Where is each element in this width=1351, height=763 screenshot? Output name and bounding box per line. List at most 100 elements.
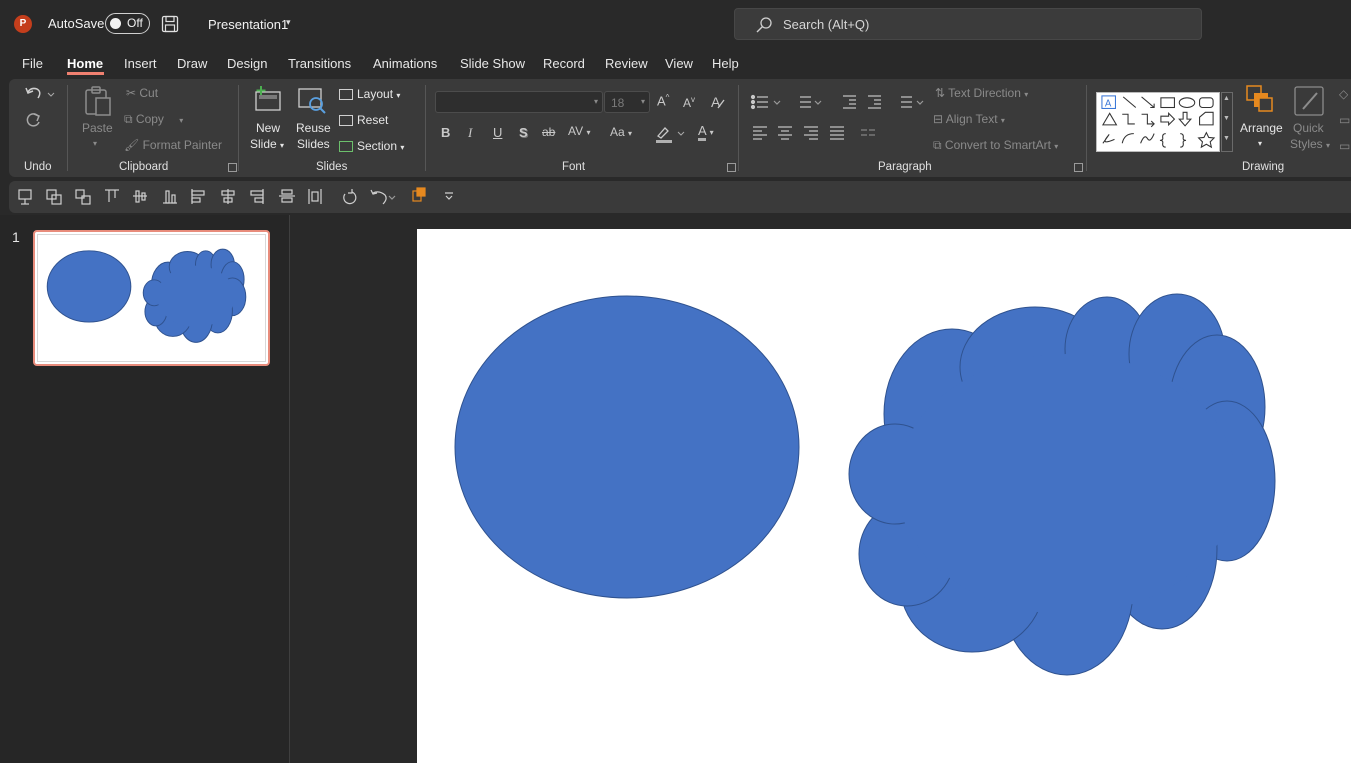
shapes-gallery[interactable]: A xyxy=(1096,92,1220,152)
tab-review[interactable]: Review xyxy=(605,56,648,71)
strikethrough-button[interactable]: ab xyxy=(542,125,555,139)
group-label-font: Font xyxy=(562,161,586,173)
cut-button[interactable]: ✂ Cut xyxy=(126,86,158,100)
clear-formatting-icon[interactable]: A xyxy=(709,92,729,112)
group-separator xyxy=(67,85,68,171)
chevron-down-icon[interactable]: ▾ xyxy=(286,17,291,28)
tab-animations[interactable]: Animations xyxy=(373,56,437,71)
tab-design[interactable]: Design xyxy=(227,56,267,71)
quick-styles-icon[interactable] xyxy=(1293,85,1325,117)
group-separator xyxy=(738,85,739,171)
quick-styles-button[interactable]: Styles ▾ xyxy=(1290,137,1330,151)
new-slide-label-1[interactable]: New xyxy=(256,121,280,135)
arrange-label[interactable]: Arrange xyxy=(1240,121,1283,135)
document-title[interactable]: Presentation1 xyxy=(208,17,288,32)
reuse-slides-label-1[interactable]: Reuse xyxy=(296,121,331,135)
paste-label[interactable]: Paste xyxy=(82,121,113,135)
change-case-button[interactable]: Aa ▾ xyxy=(610,125,632,139)
chevron-down-icon: ▾ xyxy=(640,97,645,106)
redo-icon[interactable] xyxy=(23,110,43,130)
slide-thumbnail[interactable] xyxy=(33,230,270,366)
chevron-down-icon: ▾ xyxy=(593,97,598,106)
tab-insert[interactable]: Insert xyxy=(124,56,157,71)
tab-view[interactable]: View xyxy=(665,56,693,71)
clipboard-launcher-icon[interactable] xyxy=(228,163,237,172)
section-button[interactable]: Section ▾ xyxy=(339,139,404,153)
oval-shape[interactable] xyxy=(454,295,800,599)
chevron-down-icon[interactable]: ▾ xyxy=(93,139,97,148)
quick-styles-label-2: Styles xyxy=(1290,137,1323,151)
font-size-combo[interactable]: 18 ▾ xyxy=(604,91,650,113)
character-spacing-label: AV xyxy=(568,124,584,138)
new-slide-button[interactable]: Slide ▾ xyxy=(250,137,284,151)
character-spacing-button[interactable]: AV ▾ xyxy=(568,124,590,138)
slide-editor xyxy=(291,215,1351,763)
new-slide-icon[interactable] xyxy=(253,84,283,114)
qat-icons[interactable] xyxy=(17,187,457,207)
autosave-label: AutoSave xyxy=(48,16,105,31)
group-separator xyxy=(1086,85,1087,171)
search-box[interactable]: Search (Alt+Q) xyxy=(734,8,1202,40)
shape-fill-icon[interactable]: ◇ xyxy=(1339,87,1348,101)
tab-home[interactable]: Home xyxy=(67,56,103,71)
paste-icon[interactable] xyxy=(82,84,114,118)
convert-smartart-button[interactable]: ⧉ Convert to SmartArt ▾ xyxy=(933,138,1058,153)
slide-canvas[interactable] xyxy=(417,229,1351,763)
tab-record[interactable]: Record xyxy=(543,56,585,71)
autosave-toggle[interactable]: Off xyxy=(105,13,150,34)
alignment-icons[interactable] xyxy=(751,125,891,141)
layout-label: Layout xyxy=(357,87,394,101)
tab-help[interactable]: Help xyxy=(712,56,739,71)
search-icon xyxy=(756,17,772,33)
reset-icon xyxy=(339,115,353,127)
powerpoint-logo-icon: P xyxy=(14,15,32,33)
text-direction-button[interactable]: ⇅ Text Direction ▾ xyxy=(935,86,1028,100)
slide-thumbnail-preview xyxy=(37,234,266,362)
italic-button[interactable]: I xyxy=(468,125,472,141)
shape-outline-icon[interactable]: ▭ xyxy=(1339,113,1350,127)
reset-button[interactable]: Reset xyxy=(339,113,388,127)
list-indent-icons[interactable] xyxy=(750,93,925,111)
format-painter-button[interactable]: 🖌 Format Painter xyxy=(124,138,222,152)
group-label-clipboard: Clipboard xyxy=(119,161,169,173)
paragraph-launcher-icon[interactable] xyxy=(1074,163,1083,172)
tab-draw[interactable]: Draw xyxy=(177,56,207,71)
shape-effects-icon[interactable]: ▭ xyxy=(1339,139,1350,153)
ribbon-tabs: File Home Insert Draw Design Transitions… xyxy=(0,48,1351,78)
chevron-up-icon[interactable]: ▲ xyxy=(1223,95,1230,102)
underline-button[interactable]: U xyxy=(493,125,502,140)
cloud-shape[interactable] xyxy=(848,293,1276,676)
grow-font-button[interactable]: A^ xyxy=(657,93,669,108)
tab-transitions[interactable]: Transitions xyxy=(288,56,351,71)
shrink-font-button[interactable]: Av xyxy=(683,95,695,110)
font-color-button[interactable]: A ▾ xyxy=(698,123,714,141)
reset-label: Reset xyxy=(357,113,389,127)
active-tab-indicator xyxy=(67,72,104,75)
reuse-slides-icon[interactable] xyxy=(297,86,327,116)
layout-button[interactable]: Layout ▾ xyxy=(339,87,400,101)
toggle-knob xyxy=(110,18,121,29)
highlight-color-icon[interactable] xyxy=(654,124,690,144)
gallery-scroll[interactable]: ▲ ▼ ▼ xyxy=(1221,92,1233,152)
bold-button[interactable]: B xyxy=(441,125,450,140)
undo-icon[interactable] xyxy=(23,84,55,104)
align-text-button[interactable]: ⊟ Align Text ▾ xyxy=(933,112,1005,126)
group-label-paragraph: Paragraph xyxy=(878,161,932,173)
font-launcher-icon[interactable] xyxy=(727,163,736,172)
reuse-slides-label-2[interactable]: Slides xyxy=(297,137,330,151)
save-icon[interactable] xyxy=(161,15,179,33)
gallery-more-icon[interactable]: ▼ xyxy=(1223,135,1230,142)
text-shadow-button[interactable]: S xyxy=(519,125,528,140)
group-label-undo: Undo xyxy=(24,161,52,173)
tab-slide-show[interactable]: Slide Show xyxy=(460,56,525,71)
quick-styles-label-1[interactable]: Quick xyxy=(1293,121,1324,135)
font-name-combo[interactable]: ▾ xyxy=(435,91,603,113)
arrange-icon[interactable] xyxy=(1245,84,1275,114)
copy-button[interactable]: ⧉ Copy ▾ xyxy=(124,112,183,127)
tab-file[interactable]: File xyxy=(22,56,43,71)
chevron-down-icon[interactable]: ▾ xyxy=(1258,139,1262,148)
chevron-down-icon[interactable]: ▼ xyxy=(1223,115,1230,122)
search-placeholder: Search (Alt+Q) xyxy=(783,17,870,32)
text-direction-label: Text Direction xyxy=(948,86,1021,100)
font-color-label: A xyxy=(698,123,706,141)
